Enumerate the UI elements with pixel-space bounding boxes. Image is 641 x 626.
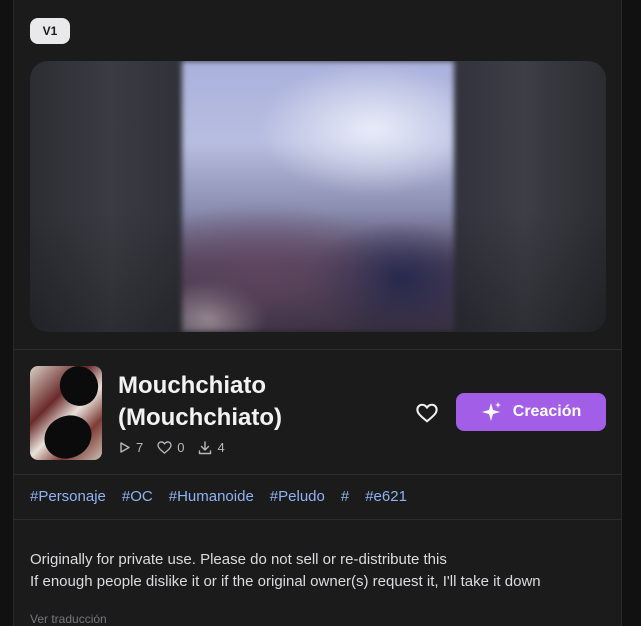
divider [13, 474, 622, 475]
tag-link[interactable]: #e621 [365, 488, 407, 505]
model-title-line: Mouchchiato [118, 372, 266, 399]
tag-link[interactable]: # [341, 488, 349, 505]
model-title-line: (Mouchchiato) [118, 404, 282, 431]
description-line: Originally for private use. Please do no… [30, 551, 447, 568]
tag-link[interactable]: #Personaje [30, 488, 106, 505]
heart-icon [416, 403, 438, 423]
version-badge[interactable]: V1 [30, 18, 70, 44]
download-icon [199, 440, 212, 454]
sparkle-icon [481, 402, 501, 421]
preview-carousel[interactable] [30, 61, 606, 332]
avatar-redaction [54, 366, 102, 412]
tag-link[interactable]: #OC [122, 488, 153, 505]
likes-count: 0 [177, 440, 185, 455]
avatar-redaction [37, 407, 99, 460]
play-icon [120, 442, 130, 453]
heart-icon [157, 441, 172, 454]
model-title: Mouchchiato (Mouchchiato) [118, 370, 378, 434]
preview-shade [30, 61, 606, 332]
create-button[interactable]: Creación [456, 393, 606, 431]
description-line: If enough people dislike it or if the or… [30, 573, 541, 590]
model-avatar[interactable] [30, 366, 102, 460]
downloads-stat: 4 [198, 440, 225, 455]
divider [13, 519, 622, 520]
downloads-count: 4 [217, 440, 225, 455]
tag-list: #Personaje #OC #Humanoide #Peludo # #e62… [30, 488, 407, 505]
favorite-button[interactable] [414, 401, 440, 425]
model-description: Originally for private use. Please do no… [30, 549, 541, 593]
likes-stat: 0 [157, 440, 184, 455]
runs-count: 7 [136, 440, 144, 455]
tag-link[interactable]: #Peludo [270, 488, 325, 505]
runs-stat: 7 [118, 440, 143, 455]
translate-link[interactable]: Ver traducción [30, 612, 107, 626]
create-button-label: Creación [512, 403, 582, 420]
divider [13, 349, 622, 350]
tag-link[interactable]: #Humanoide [169, 488, 254, 505]
model-stats: 7 0 4 [118, 440, 225, 455]
